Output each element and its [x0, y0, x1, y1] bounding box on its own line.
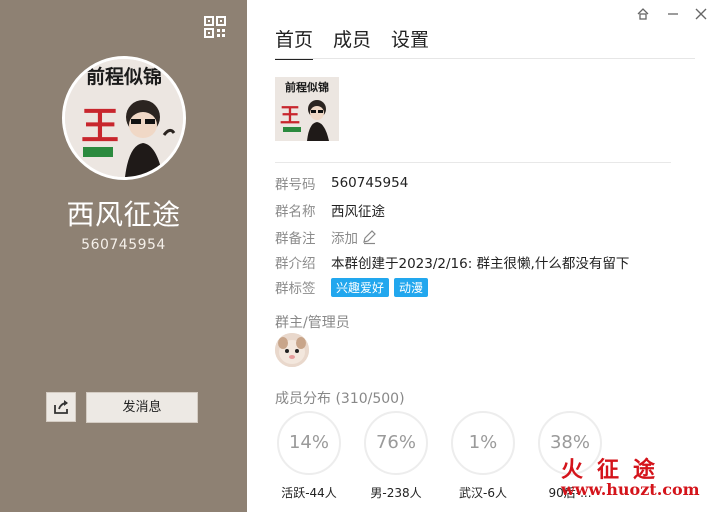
info-row-name: 群名称 西风征途: [275, 200, 385, 220]
group-avatar[interactable]: 前程似锦 王: [62, 56, 186, 180]
info-row-intro: 群介绍 本群创建于2023/2/16: 群主很懒,什么都没有留下: [275, 252, 629, 272]
tags-label: 群标签: [275, 281, 316, 297]
stat-active-circle[interactable]: 14%: [277, 411, 341, 475]
stat-region-circle[interactable]: 1%: [451, 411, 515, 475]
intro-label: 群介绍: [275, 256, 316, 272]
stat-active-label: 活跃-44人: [281, 486, 337, 500]
id-label: 群号码: [275, 177, 316, 193]
minimize-icon[interactable]: [665, 6, 681, 22]
info-row-tags: 群标签 兴趣爱好 动漫: [275, 277, 433, 297]
avatar-text: 前程似锦: [86, 65, 162, 88]
tab-bar: 首页 成员 设置: [275, 25, 449, 60]
add-remark-button[interactable]: 添加: [331, 227, 377, 247]
tag-interest[interactable]: 兴趣爱好: [331, 277, 390, 297]
intro-value: 本群创建于2023/2/16: 群主很懒,什么都没有留下: [331, 256, 630, 272]
group-avatar-image: 前程似锦 王: [65, 59, 183, 177]
info-row-id: 群号码 560745954: [275, 173, 408, 193]
send-message-button[interactable]: 发消息: [86, 392, 198, 423]
watermark: 火征途 www.huozt.com: [561, 452, 700, 499]
distribution-title: 成员分布 (310/500): [275, 391, 405, 407]
admins-title: 群主/管理员: [275, 315, 350, 331]
group-photo-thumbnail[interactable]: 前程似锦 王: [275, 77, 339, 141]
info-divider: [275, 162, 671, 163]
close-icon[interactable]: [693, 6, 707, 22]
name-label: 群名称: [275, 204, 316, 220]
edit-icon: [363, 230, 376, 245]
share-button[interactable]: [46, 392, 76, 422]
tab-home[interactable]: 首页: [275, 25, 314, 60]
stat-gender-circle[interactable]: 76%: [364, 411, 428, 475]
tag-anime[interactable]: 动漫: [394, 277, 429, 297]
watermark-url: www.huozt.com: [561, 480, 700, 499]
stat-gender-label: 男-238人: [370, 486, 422, 500]
thumbnail-text: 前程似锦: [285, 80, 329, 94]
thumbnail-image: 前程似锦 王: [275, 77, 339, 141]
group-name: 西风征途: [66, 198, 181, 231]
left-panel: 前程似锦 王 西风征途 560745954 发消息: [0, 0, 247, 512]
svg-text:王: 王: [81, 106, 119, 148]
share-icon: [54, 400, 68, 414]
svg-text:王: 王: [280, 105, 300, 127]
group-id: 560745954: [81, 237, 166, 253]
id-value: 560745954: [331, 175, 409, 191]
info-row-remark: 群备注 添加: [275, 227, 377, 247]
admin-avatar[interactable]: [275, 333, 309, 367]
right-panel: 首页 成员 设置 前程似锦 王 群号码 560745954 群名称 西风征途 群…: [247, 0, 707, 512]
tab-divider: [275, 58, 695, 59]
admin-avatar-image: [275, 333, 309, 367]
tab-settings[interactable]: 设置: [391, 25, 429, 60]
qr-code-icon[interactable]: [204, 16, 226, 38]
remark-label: 群备注: [275, 231, 316, 247]
stat-region-label: 武汉-6人: [459, 486, 507, 500]
tab-members[interactable]: 成员: [333, 25, 371, 60]
name-value: 西风征途: [331, 204, 385, 220]
add-remark-label: 添加: [331, 231, 358, 247]
pin-icon[interactable]: [635, 6, 651, 22]
